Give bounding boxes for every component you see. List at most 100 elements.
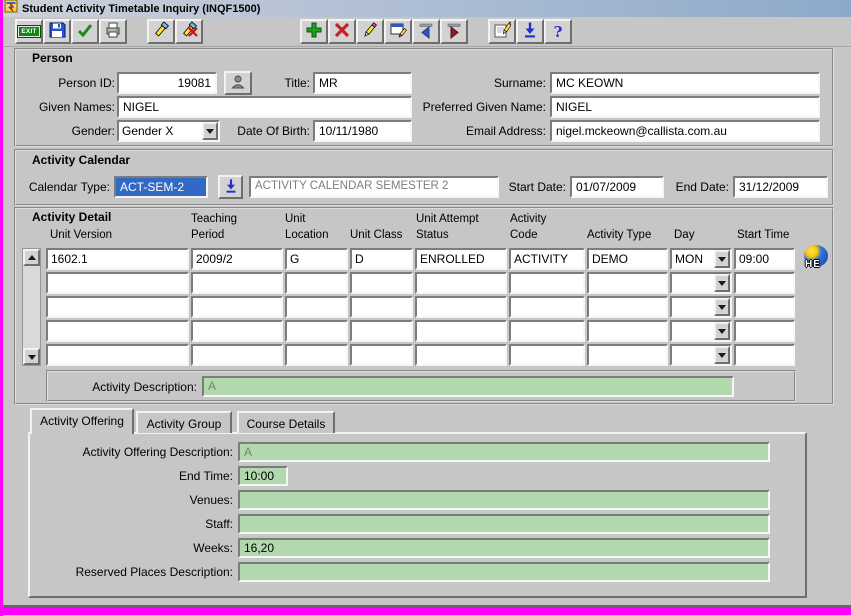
cell-unit-location[interactable] — [285, 272, 348, 294]
cell-activity-code[interactable] — [509, 272, 585, 294]
day-dropdown[interactable]: MON — [670, 248, 732, 270]
help-button[interactable]: ? — [544, 19, 572, 44]
calendar-lov-button[interactable] — [218, 175, 243, 199]
tab-activity-offering[interactable]: Activity Offering — [30, 408, 134, 434]
cell-activity-code[interactable] — [509, 344, 585, 366]
cell-unit-attempt-status[interactable] — [415, 272, 507, 294]
cancel-query-button[interactable] — [175, 19, 203, 44]
cell-activity-type[interactable] — [587, 272, 668, 294]
cell-teaching-period[interactable] — [191, 320, 283, 342]
list-of-values-button[interactable] — [516, 19, 544, 44]
cell-teaching-period[interactable] — [191, 296, 283, 318]
cell-unit-location[interactable] — [285, 296, 348, 318]
delete-record-button[interactable] — [328, 19, 356, 44]
cell-teaching-period[interactable] — [191, 272, 283, 294]
cell-start-time[interactable] — [734, 344, 795, 366]
previous-block-button[interactable] — [412, 19, 440, 44]
day-dropdown[interactable] — [670, 272, 732, 294]
find-record-pencil-icon — [361, 21, 379, 42]
cell-activity-code[interactable] — [509, 320, 585, 342]
he-globe-button[interactable]: HE — [802, 245, 832, 277]
cell-unit-version[interactable] — [46, 272, 189, 294]
end-date-field[interactable]: 31/12/2009 — [733, 176, 828, 198]
person-section-title: Person — [32, 51, 73, 65]
cell-start-time[interactable] — [734, 272, 795, 294]
cell-unit-class[interactable] — [350, 344, 413, 366]
print-button[interactable] — [99, 19, 127, 44]
chevron-down-icon[interactable] — [202, 122, 218, 140]
title-field[interactable]: MR — [313, 72, 412, 94]
exit-button[interactable]: EXIT — [15, 19, 43, 44]
cell-activity-type[interactable] — [587, 320, 668, 342]
cell-unit-version[interactable]: 1602.1 — [46, 248, 189, 270]
cell-unit-class[interactable]: D — [350, 248, 413, 270]
given-names-field[interactable]: NIGEL — [117, 96, 412, 118]
cell-unit-version[interactable] — [46, 320, 189, 342]
cell-unit-attempt-status[interactable] — [415, 344, 507, 366]
chevron-down-glyph — [718, 257, 726, 266]
activity-calendar-section-title: Activity Calendar — [32, 153, 130, 167]
day-dropdown[interactable] — [670, 320, 732, 342]
cell-unit-class[interactable] — [350, 296, 413, 318]
cell-start-time[interactable]: 09:00 — [734, 248, 795, 270]
calendar-type-field[interactable]: ACT-SEM-2 — [114, 176, 208, 198]
preferred-given-name-field[interactable]: NIGEL — [550, 96, 820, 118]
email-address-field[interactable]: nigel.mckeown@callista.com.au — [550, 120, 820, 142]
accept-check-icon — [76, 21, 94, 42]
chevron-down-icon[interactable] — [714, 298, 730, 316]
chevron-down-glyph — [718, 329, 726, 338]
cell-unit-version[interactable] — [46, 296, 189, 318]
cell-activity-type[interactable] — [587, 344, 668, 366]
triangle-up-icon — [28, 251, 36, 260]
surname-field[interactable]: MC KEOWN — [550, 72, 820, 94]
chevron-down-icon[interactable] — [714, 322, 730, 340]
cell-activity-code[interactable] — [509, 296, 585, 318]
find-record-button[interactable] — [356, 19, 384, 44]
cell-teaching-period[interactable] — [191, 344, 283, 366]
enter-query-button[interactable] — [147, 19, 175, 44]
tab-activity-group[interactable]: Activity Group — [136, 411, 232, 433]
record-scrollbar[interactable] — [22, 248, 41, 366]
toolbar: EXIT ? — [0, 17, 851, 47]
cell-unit-location[interactable] — [285, 320, 348, 342]
cell-activity-type[interactable] — [587, 296, 668, 318]
cell-activity-code[interactable]: ACTIVITY — [509, 248, 585, 270]
cell-unit-attempt-status[interactable] — [415, 320, 507, 342]
col-header-unit-class: Unit Class — [350, 229, 402, 241]
cell-start-time[interactable] — [734, 320, 795, 342]
cell-unit-attempt-status[interactable] — [415, 296, 507, 318]
scroll-up-button[interactable] — [23, 249, 40, 266]
cell-teaching-period[interactable]: 2009/2 — [191, 248, 283, 270]
scroll-down-button[interactable] — [23, 348, 40, 365]
insert-record-button[interactable] — [300, 19, 328, 44]
day-value: MON — [675, 252, 703, 266]
cell-unit-class[interactable] — [350, 320, 413, 342]
day-dropdown[interactable] — [670, 296, 732, 318]
date-of-birth-field[interactable]: 10/11/1980 — [313, 120, 412, 142]
gender-dropdown[interactable]: Gender X — [117, 120, 220, 142]
cell-start-time[interactable] — [734, 296, 795, 318]
start-date-field[interactable]: 01/07/2009 — [570, 176, 664, 198]
edit-button[interactable] — [488, 19, 516, 44]
tab-course-details[interactable]: Course Details — [237, 411, 335, 433]
chevron-down-icon[interactable] — [714, 250, 730, 268]
cell-activity-type[interactable]: DEMO — [587, 248, 668, 270]
cell-unit-version[interactable] — [46, 344, 189, 366]
next-block-button[interactable] — [440, 19, 468, 44]
save-button[interactable] — [43, 19, 71, 44]
col-header-unit: Unit — [285, 213, 305, 225]
person-id-field[interactable]: 19081 — [117, 72, 217, 94]
cell-unit-location[interactable]: G — [285, 248, 348, 270]
cell-unit-class[interactable] — [350, 272, 413, 294]
person-lookup-button[interactable] — [224, 71, 252, 95]
given-names-label: Given Names: — [22, 100, 115, 114]
accept-button[interactable] — [71, 19, 99, 44]
cell-unit-attempt-status[interactable]: ENROLLED — [415, 248, 507, 270]
cell-unit-location[interactable] — [285, 344, 348, 366]
chevron-down-icon[interactable] — [714, 346, 730, 364]
day-dropdown[interactable] — [670, 344, 732, 366]
title-bar: Student Activity Timetable Inquiry (INQF… — [0, 0, 851, 17]
activity-detail-section-title: Activity Detail — [32, 210, 111, 224]
chevron-down-icon[interactable] — [714, 274, 730, 292]
duplicate-record-button[interactable] — [384, 19, 412, 44]
